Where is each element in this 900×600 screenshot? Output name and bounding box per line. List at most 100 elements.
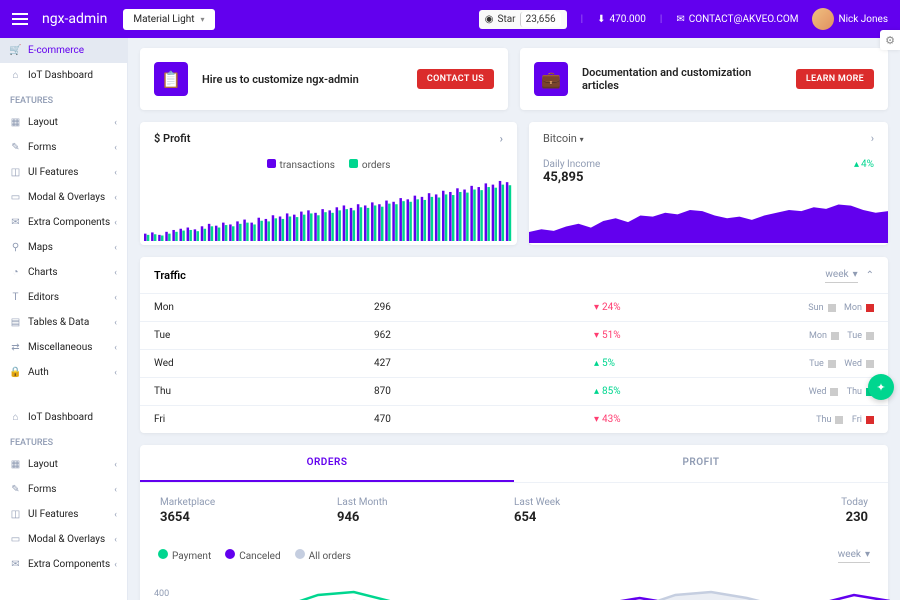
promo-button[interactable]: LEARN MORE xyxy=(796,69,874,89)
sidebar-item-label: Maps xyxy=(28,242,53,253)
sidebar-item-extra-components[interactable]: ✉Extra Components‹ xyxy=(0,552,127,577)
sidebar-item-ui-features[interactable]: ◫UI Features‹ xyxy=(0,160,127,185)
stat-value: 654 xyxy=(514,510,691,525)
auth-icon: 🔒 xyxy=(10,367,21,378)
sidebar-item-label: Auth xyxy=(28,367,49,378)
promo-icon: 💼 xyxy=(534,62,568,96)
divider: | xyxy=(581,14,583,25)
sidebar-item-layout[interactable]: ▦Layout‹ xyxy=(0,110,127,135)
sidebar-item-forms[interactable]: ✎Forms‹ xyxy=(0,477,127,502)
legend-swatch xyxy=(158,549,168,559)
chevron-down-icon: ▾ xyxy=(580,135,584,144)
legend-swatch xyxy=(225,549,235,559)
up-arrow-icon: ▴ xyxy=(594,386,599,397)
promo-card: 📋 Hire us to customize ngx-admin CONTACT… xyxy=(140,48,508,110)
spark-swatch xyxy=(835,416,843,424)
expand-icon[interactable]: › xyxy=(500,132,503,145)
traffic-period-selector[interactable]: week ▾ xyxy=(825,267,857,283)
traffic-card: Traffic week ▾ ⌃ Mon 296 ▾ 24% Sun Mon T… xyxy=(140,257,888,433)
crypto-selector[interactable]: Bitcoin ▾ › xyxy=(529,122,888,155)
profit-title: $ Profit xyxy=(154,132,190,145)
chevron-left-icon: ‹ xyxy=(114,293,117,303)
iot-dashboard-icon: ⌂ xyxy=(10,70,21,81)
brand-title: ngx-admin xyxy=(42,11,107,27)
sidebar-item-editors[interactable]: TEditors‹ xyxy=(0,285,127,310)
promo-button[interactable]: CONTACT US xyxy=(417,69,494,89)
sidebar-item-label: IoT Dashboard xyxy=(28,70,93,81)
sidebar-item-miscellaneous[interactable]: ⇄Miscellaneous‹ xyxy=(0,335,127,360)
github-star-button[interactable]: ◉ Star 23,656 xyxy=(479,10,567,29)
sidebar-item-maps[interactable]: ⚲ Maps ‹ xyxy=(0,235,127,260)
up-arrow-icon: ▴ xyxy=(854,159,859,170)
sidebar-item-label: Charts xyxy=(28,267,58,278)
divider: | xyxy=(660,14,662,25)
layout-icon: ▦ xyxy=(10,117,21,128)
traffic-row: Wed 427 ▴ 5% Tue Wed xyxy=(140,349,888,377)
chevron-left-icon: ‹ xyxy=(114,243,117,253)
sidebar-item-charts[interactable]: ◔Charts‹ xyxy=(0,260,127,285)
settings-gear-icon[interactable]: ⚙ xyxy=(880,30,900,50)
traffic-row: Thu 870 ▴ 85% Wed Thu xyxy=(140,377,888,405)
sidebar-item-label: Extra Components xyxy=(28,217,110,228)
sidebar-item-tables-data[interactable]: ▤Tables & Data‹ xyxy=(0,310,127,335)
ui-features-icon: ◫ xyxy=(10,167,21,178)
traffic-row: Tue 962 ▾ 51% Mon Tue xyxy=(140,321,888,349)
traffic-day: Mon xyxy=(154,302,374,313)
tab-profit[interactable]: PROFIT xyxy=(514,445,888,482)
stat-today: Today 230 xyxy=(691,497,868,525)
sidebar-item-label: UI Features xyxy=(28,509,78,520)
downloads-link[interactable]: ⬇ 470.000 xyxy=(597,14,646,25)
sidebar-item-label: E-commerce xyxy=(28,45,84,56)
expand-icon[interactable]: › xyxy=(871,132,874,145)
profit-card: $ Profit › transactionsorders xyxy=(140,122,517,245)
stat-last-week: Last Week 654 xyxy=(514,497,691,525)
spark-swatch xyxy=(866,416,874,424)
chevron-down-icon: ▾ xyxy=(200,15,204,24)
sidebar-item-e-commerce[interactable]: 🛒 E-commerce xyxy=(0,38,127,63)
legend-item: orders xyxy=(349,159,391,171)
sidebar-item-auth[interactable]: 🔒 Auth ‹ xyxy=(0,360,127,385)
down-arrow-icon: ▾ xyxy=(594,414,599,425)
sidebar-item-forms[interactable]: ✎Forms‹ xyxy=(0,135,127,160)
mail-icon: ✉ xyxy=(676,14,684,25)
app-header: ngx-admin Material Light ▾ ◉ Star 23,656… xyxy=(0,0,900,38)
spark-swatch xyxy=(828,360,836,368)
e-commerce-icon: 🛒 xyxy=(10,45,21,56)
stat-marketplace: Marketplace 3654 xyxy=(160,497,337,525)
traffic-delta: ▴ 5% xyxy=(594,358,714,369)
traffic-day: Thu xyxy=(154,386,374,397)
traffic-sparkline: Wed Thu xyxy=(809,387,874,397)
github-icon: ◉ xyxy=(485,14,494,25)
chevron-down-icon: ▾ xyxy=(853,269,858,280)
traffic-value: 870 xyxy=(374,386,594,397)
sidebar-item-iot-dashboard[interactable]: ⌂IoT Dashboard xyxy=(0,405,127,430)
maps-icon: ⚲ xyxy=(10,242,21,253)
profit-chart xyxy=(140,175,517,245)
orders-period-selector[interactable]: week ▾ xyxy=(838,547,870,563)
tab-orders[interactable]: ORDERS xyxy=(140,445,514,482)
sidebar-item-extra-components[interactable]: ✉Extra Components‹ xyxy=(0,210,127,235)
sidebar-item-label: Modal & Overlays xyxy=(28,192,105,203)
sidebar-item-iot-dashboard[interactable]: ⌂ IoT Dashboard xyxy=(0,63,127,88)
chat-fab-icon[interactable]: ✦ xyxy=(868,374,894,400)
chevron-left-icon: ‹ xyxy=(114,368,117,378)
spark-swatch xyxy=(830,388,838,396)
stat-label: Last Month xyxy=(337,497,514,508)
sidebar-item-ui-features[interactable]: ◫UI Features‹ xyxy=(0,502,127,527)
sidebar-item-modal-overlays[interactable]: ▭Modal & Overlays‹ xyxy=(0,185,127,210)
miscellaneous-icon: ⇄ xyxy=(10,342,21,353)
stat-last-month: Last Month 946 xyxy=(337,497,514,525)
spark-swatch xyxy=(828,304,836,312)
orders-card: ORDERSPROFIT Marketplace 3654 Last Month… xyxy=(140,445,888,600)
sidebar-item-label: IoT Dashboard xyxy=(28,412,93,423)
contact-link[interactable]: ✉ CONTACT@AKVEO.COM xyxy=(676,14,798,25)
theme-selector[interactable]: Material Light ▾ xyxy=(123,9,214,30)
sidebar-item-layout[interactable]: ▦Layout‹ xyxy=(0,452,127,477)
sidebar-item-modal-overlays[interactable]: ▭Modal & Overlays‹ xyxy=(0,527,127,552)
traffic-delta: ▾ 24% xyxy=(594,302,714,313)
menu-toggle-icon[interactable] xyxy=(12,13,28,25)
collapse-icon[interactable]: ⌃ xyxy=(866,270,874,281)
chevron-left-icon: ‹ xyxy=(114,118,117,128)
user-menu[interactable]: Nick Jones xyxy=(812,8,888,30)
traffic-sparkline: Mon Tue xyxy=(809,331,874,341)
